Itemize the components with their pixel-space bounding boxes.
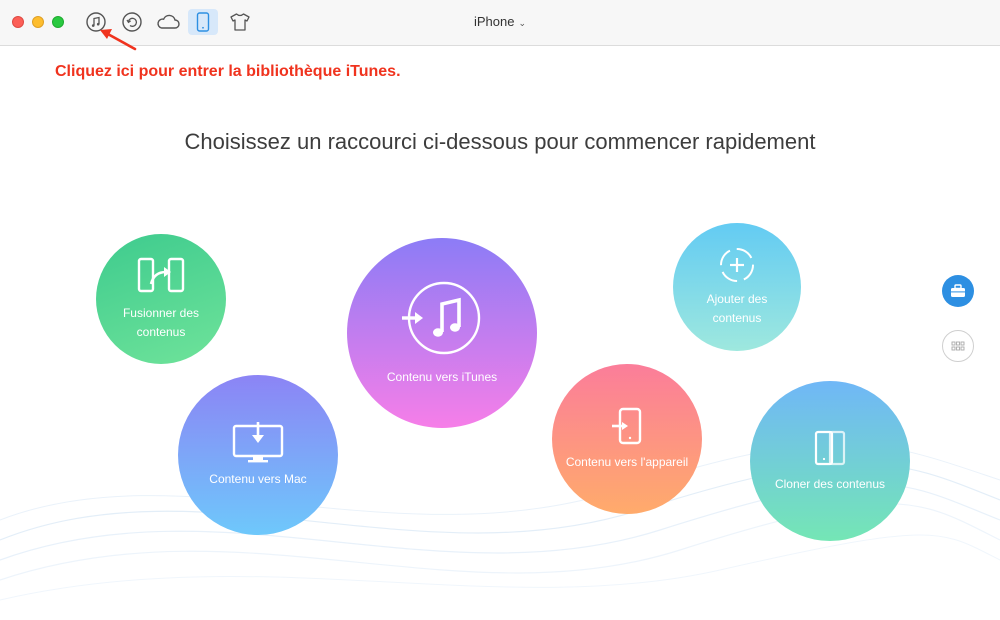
annotation-text: Cliquez ici pour entrer la bibliothèque …	[55, 63, 401, 80]
content-to-device-label: Contenu vers l'appareil	[565, 454, 689, 469]
phone-import-icon	[612, 407, 642, 444]
titlebar: iPhone ⌄	[0, 0, 1000, 46]
computer-download-icon	[232, 421, 284, 462]
clone-contents-label: Cloner des contenus	[774, 476, 886, 491]
merge-contents-shortcut[interactable]: Fusionner des contenus	[96, 234, 226, 364]
page-heading: Choisissez un raccourci ci-dessous pour …	[184, 129, 816, 154]
add-contents-shortcut[interactable]: Ajouter des contenus	[673, 223, 801, 351]
device-name: iPhone	[473, 14, 515, 29]
content-to-device-shortcut[interactable]: Contenu vers l'appareil	[552, 364, 702, 514]
add-contents-label: Ajouter des contenus	[706, 292, 768, 325]
transfer-to-itunes-icon	[402, 281, 481, 354]
merge-contents-label: Fusionner des contenus	[122, 306, 200, 339]
content-to-mac-shortcut[interactable]: Contenu vers Mac	[178, 375, 338, 535]
content-to-itunes-shortcut[interactable]: Contenu vers iTunes	[347, 238, 537, 428]
merge-devices-icon	[137, 257, 185, 293]
content-to-mac-label: Contenu vers Mac	[209, 471, 307, 486]
category-view-button[interactable]	[942, 330, 974, 362]
grid-icon	[951, 341, 965, 351]
toolkit-button[interactable]	[942, 275, 974, 307]
chevron-down-icon: ⌄	[518, 18, 527, 28]
clone-devices-icon	[814, 430, 846, 465]
add-circle-icon	[720, 248, 754, 282]
annotation-arrow-icon	[100, 29, 137, 51]
content-to-itunes-label: Contenu vers iTunes	[386, 369, 498, 384]
device-selector[interactable]: iPhone ⌄	[0, 14, 1000, 29]
toolbox-icon	[951, 284, 965, 297]
clone-contents-shortcut[interactable]: Cloner des contenus	[750, 381, 910, 541]
app-window: iPhone ⌄ Cliquez ici pour entrer la bibli…	[0, 0, 1000, 620]
